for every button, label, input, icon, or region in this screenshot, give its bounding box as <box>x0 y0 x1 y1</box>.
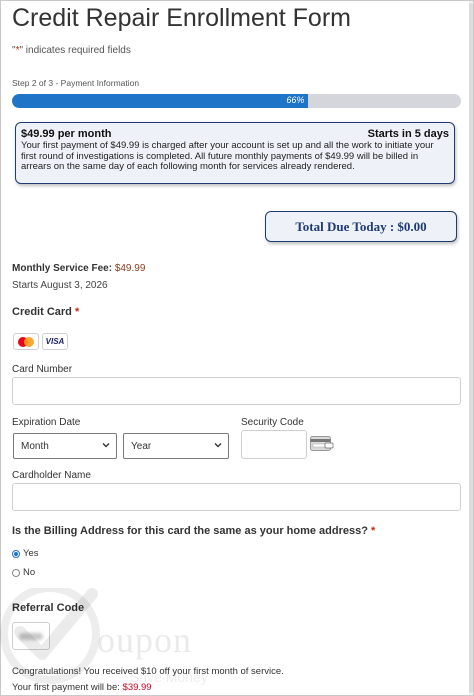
first-payment-label: Your first payment will be: <box>12 682 123 693</box>
page-title: Credit Repair Enrollment Form <box>12 4 351 32</box>
referral-code-input[interactable] <box>12 622 50 650</box>
referral-code-label: Referral Code <box>12 602 85 614</box>
monthly-fee: Monthly Service Fee: $49.99 <box>12 263 145 274</box>
discount-message: Congratulations! You received $10 off yo… <box>12 666 284 677</box>
chevron-down-icon <box>102 443 110 448</box>
first-payment-note: Your first payment will be: $39.99 <box>12 682 152 693</box>
credit-card-label: Credit Card <box>12 306 72 318</box>
progress-bar: 66% <box>12 94 461 108</box>
mastercard-icon <box>13 333 39 350</box>
billing-question: Is the Billing Address for this card the… <box>12 525 375 537</box>
scrollbar-thumb[interactable] <box>469 3 473 693</box>
visa-icon: VISA <box>42 333 68 350</box>
billing-option-yes-label: Yes <box>23 548 39 559</box>
credit-card-section-label: Credit Card * <box>12 306 79 318</box>
visa-logo-text: VISA <box>45 337 65 346</box>
cardholder-name-input[interactable] <box>12 483 461 511</box>
plan-description: Your first payment of $49.99 is charged … <box>21 140 434 172</box>
first-payment-amount: $39.99 <box>122 682 152 693</box>
billing-option-no-label: No <box>23 567 36 578</box>
step-indicator: Step 2 of 3 - Payment Information <box>12 78 140 88</box>
plan-price-title: $49.99 per month <box>21 128 112 140</box>
plan-info-header: $49.99 per month Starts in 5 days <box>21 128 449 140</box>
fee-start-date: Starts August 3, 2026 <box>12 280 108 291</box>
required-note-text: " indicates required fields <box>19 45 131 56</box>
radio-no[interactable] <box>12 568 20 577</box>
card-number-label: Card Number <box>12 364 73 375</box>
scrollbar[interactable] <box>469 1 473 695</box>
monthly-fee-amount: $49.99 <box>114 263 146 274</box>
radio-yes[interactable] <box>12 549 20 558</box>
billing-question-text: Is the Billing Address for this card the… <box>12 525 368 537</box>
expiration-month-select[interactable]: Month <box>13 433 117 459</box>
month-selected-value: Month <box>21 440 49 452</box>
required-star: * <box>371 525 376 537</box>
total-due-box: Total Due Today : $0.00 <box>265 211 457 242</box>
mastercard-logo <box>18 336 34 347</box>
chevron-down-icon <box>214 443 222 448</box>
security-code-input[interactable] <box>241 430 307 459</box>
progress-fill: 66% <box>12 94 309 108</box>
year-selected-value: Year <box>131 440 152 452</box>
card-number-input[interactable] <box>12 377 461 405</box>
plan-starts-in: Starts in 5 days <box>367 128 449 140</box>
progress-percent: 66% <box>286 95 305 105</box>
monthly-fee-label: Monthly Service Fee: <box>12 263 115 274</box>
plan-info-box: $49.99 per month Starts in 5 days Your f… <box>15 122 455 184</box>
expiration-year-select[interactable]: Year <box>123 433 229 459</box>
watermark-brand: oupon <box>97 620 192 660</box>
expiration-date-label: Expiration Date <box>12 417 81 428</box>
security-code-label: Security Code <box>241 417 304 428</box>
required-fields-note: "*" indicates required fields <box>12 45 131 56</box>
required-star: * <box>74 306 80 318</box>
billing-option-no[interactable]: No <box>12 567 35 578</box>
cardholder-name-label: Cardholder Name <box>12 470 91 481</box>
cvv-card-icon <box>310 436 334 451</box>
referral-code-blurred-value <box>19 632 43 640</box>
billing-option-yes[interactable]: Yes <box>12 548 39 559</box>
